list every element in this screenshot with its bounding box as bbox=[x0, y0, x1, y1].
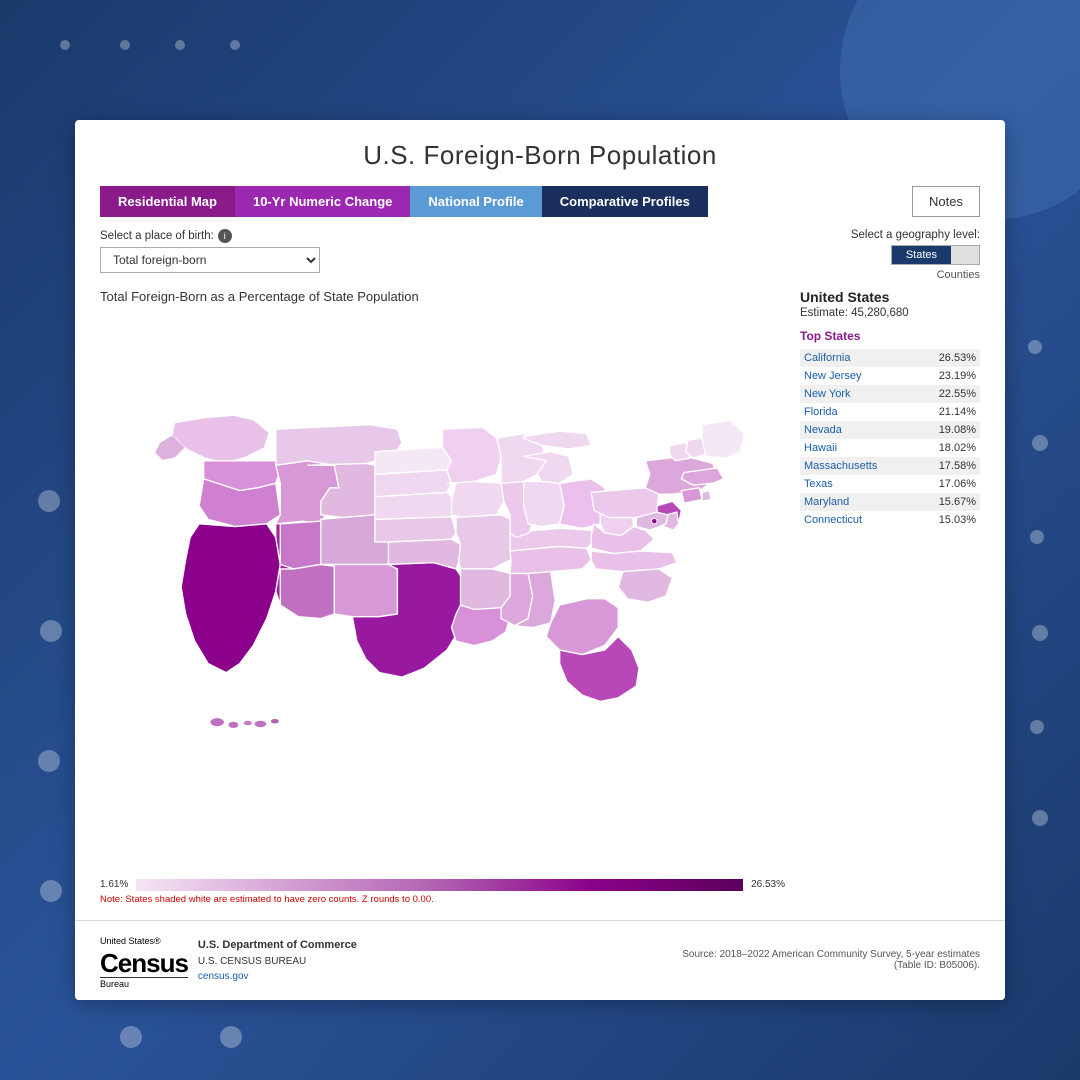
sidebar: United States Estimate: 45,280,680 Top S… bbox=[800, 289, 980, 905]
state-row[interactable]: Massachusetts17.58% bbox=[800, 457, 980, 475]
legend-max: 26.53% bbox=[751, 879, 785, 890]
top-states-title: Top States bbox=[800, 329, 980, 343]
census-logo-text: United States® Census Bureau bbox=[100, 931, 188, 990]
census-logo: United States® Census Bureau U.S. Depart… bbox=[100, 931, 357, 990]
tab-national-profile[interactable]: National Profile bbox=[410, 186, 541, 217]
state-row[interactable]: California26.53% bbox=[800, 349, 980, 367]
state-row[interactable]: New York22.55% bbox=[800, 385, 980, 403]
place-of-birth-select[interactable]: Total foreign-born bbox=[100, 247, 320, 273]
state-row[interactable]: Nevada19.08% bbox=[800, 421, 980, 439]
bureau-label: Bureau bbox=[100, 977, 188, 990]
map-title: Total Foreign-Born as a Percentage of St… bbox=[100, 289, 785, 304]
united-states-label: United States® bbox=[100, 936, 161, 946]
notes-button[interactable]: Notes bbox=[912, 186, 980, 217]
state-row[interactable]: Connecticut15.03% bbox=[800, 511, 980, 529]
geo-states-button[interactable]: States bbox=[892, 246, 951, 264]
geo-counties-label[interactable]: Counties bbox=[937, 269, 980, 281]
dept-name: U.S. Department of Commerce bbox=[198, 937, 357, 954]
tab-10yr-numeric[interactable]: 10-Yr Numeric Change bbox=[235, 186, 410, 217]
legend-note: Note: States shaded white are estimated … bbox=[100, 894, 785, 905]
nav-tabs: Residential Map 10-Yr Numeric Change Nat… bbox=[100, 186, 980, 217]
us-map bbox=[100, 310, 785, 873]
map-section: Total Foreign-Born as a Percentage of St… bbox=[100, 289, 980, 905]
state-row[interactable]: New Jersey23.19% bbox=[800, 367, 980, 385]
sidebar-estimate: Estimate: 45,280,680 bbox=[800, 307, 980, 319]
state-row[interactable]: Texas17.06% bbox=[800, 475, 980, 493]
controls-row: Select a place of birth: i Total foreign… bbox=[100, 229, 980, 281]
footer: United States® Census Bureau U.S. Depart… bbox=[75, 920, 1005, 1000]
state-row[interactable]: Hawaii18.02% bbox=[800, 439, 980, 457]
geo-level-section: Select a geography level: States Countie… bbox=[851, 229, 980, 281]
info-icon[interactable]: i bbox=[218, 229, 232, 243]
place-of-birth-label: Select a place of birth: i bbox=[100, 229, 320, 243]
state-row[interactable]: Florida21.14% bbox=[800, 403, 980, 421]
census-url: census.gov bbox=[198, 969, 357, 984]
geo-toggle: States bbox=[891, 245, 980, 265]
tab-residential[interactable]: Residential Map bbox=[100, 186, 235, 217]
source-text: Source: 2018–2022 American Community Sur… bbox=[680, 949, 980, 971]
census-bureau-label: U.S. CENSUS BUREAU bbox=[198, 954, 357, 969]
map-svg-wrapper bbox=[100, 310, 785, 873]
census-label: Census bbox=[100, 949, 188, 978]
sidebar-region: United States bbox=[800, 289, 980, 305]
top-states-list: California26.53%New Jersey23.19%New York… bbox=[800, 349, 980, 529]
legend-min: 1.61% bbox=[100, 879, 128, 890]
page-title: U.S. Foreign-Born Population bbox=[100, 140, 980, 171]
legend-bar: 1.61% 26.53% bbox=[100, 879, 785, 891]
tab-comparative-profiles[interactable]: Comparative Profiles bbox=[542, 186, 708, 217]
map-container: Total Foreign-Born as a Percentage of St… bbox=[100, 289, 785, 905]
geo-counties-button[interactable] bbox=[951, 246, 979, 264]
place-of-birth-section: Select a place of birth: i Total foreign… bbox=[100, 229, 320, 273]
legend-gradient bbox=[136, 879, 743, 891]
dept-info: U.S. Department of Commerce U.S. CENSUS … bbox=[198, 937, 357, 984]
geo-level-label: Select a geography level: bbox=[851, 229, 980, 241]
main-card: U.S. Foreign-Born Population Residential… bbox=[75, 120, 1005, 1000]
state-row[interactable]: Maryland15.67% bbox=[800, 493, 980, 511]
